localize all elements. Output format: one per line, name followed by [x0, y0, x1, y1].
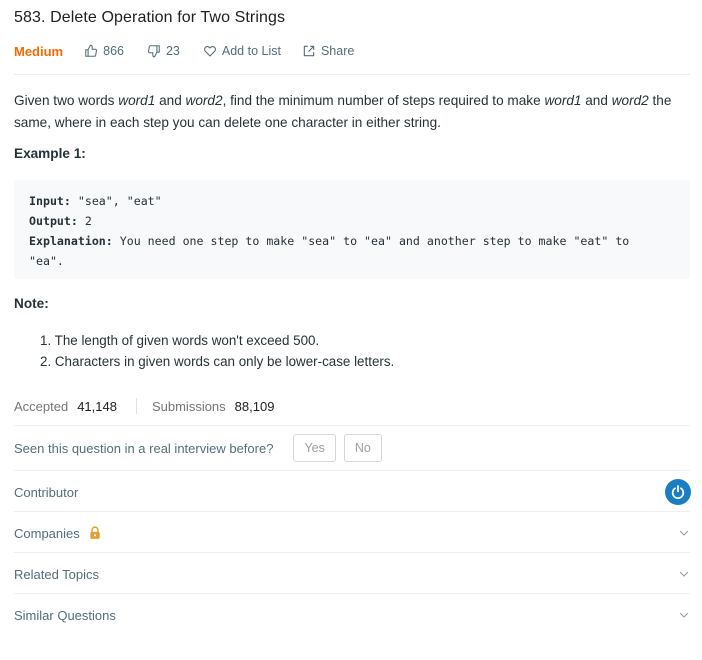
like-button[interactable]: 866	[84, 44, 124, 58]
accepted-value: 41,148	[77, 398, 117, 414]
similar-questions-section[interactable]: Similar Questions	[14, 603, 690, 627]
list-item: 2. Characters in given words can only be…	[40, 354, 395, 369]
no-button[interactable]: No	[343, 434, 382, 462]
power-icon	[671, 485, 685, 499]
share-label: Share	[320, 44, 355, 58]
example-explanation-continued: "ea".	[29, 254, 64, 268]
share-icon	[303, 45, 315, 57]
interview-prompt: Seen this question in a real interview b…	[14, 434, 390, 462]
companies-section[interactable]: Companies	[14, 521, 690, 545]
divider	[135, 398, 137, 414]
problem-description: Given two words word1 and word2, find th…	[14, 93, 672, 130]
list-item: 1. The length of given words won't excee…	[40, 333, 320, 348]
yes-button[interactable]: Yes	[293, 434, 336, 462]
note-list: 1. The length of given words won't excee…	[40, 330, 394, 372]
problem-meta-bar: Medium 866 23 Add to List Share	[14, 41, 377, 61]
chevron-down-icon[interactable]	[678, 609, 690, 621]
chevron-down-icon[interactable]	[678, 568, 690, 580]
companies-label: Companies	[14, 525, 80, 541]
difficulty-badge: Medium	[14, 43, 64, 59]
related-topics-section[interactable]: Related Topics	[14, 562, 690, 586]
heart-icon	[203, 46, 216, 57]
contributor-section[interactable]: Contributor	[14, 479, 691, 505]
example-code-block: Input: "sea", "eat" Output: 2 Explanatio…	[14, 180, 690, 279]
avatar[interactable]	[665, 479, 691, 505]
submissions-value: 88,109	[234, 398, 275, 414]
lock-icon	[90, 526, 100, 539]
thumbs-down-icon	[147, 45, 160, 58]
example-title: Example 1:	[14, 146, 86, 161]
divider	[14, 552, 690, 553]
like-count: 866	[103, 44, 124, 58]
problem-title: 583. Delete Operation for Two Strings	[14, 9, 286, 26]
divider	[14, 470, 690, 471]
contributor-label: Contributor	[14, 484, 79, 500]
add-to-list-button[interactable]: Add to List	[203, 44, 281, 58]
chevron-down-icon[interactable]	[678, 527, 690, 539]
example-input-line: Input: "sea", "eat"	[29, 194, 162, 208]
note-title: Note:	[14, 296, 49, 311]
interview-question: Seen this question in a real interview b…	[14, 440, 274, 456]
divider	[14, 74, 690, 75]
submissions-label: Submissions	[151, 398, 226, 414]
example-output-line: Output: 2	[29, 214, 92, 228]
divider	[14, 425, 690, 426]
submission-stats: Accepted 41,148 Submissions 88,109	[14, 396, 274, 416]
thumbs-up-icon	[85, 44, 98, 57]
add-to-list-label: Add to List	[221, 44, 281, 58]
share-button[interactable]: Share	[302, 44, 354, 58]
similar-questions-label: Similar Questions	[14, 607, 116, 623]
divider	[14, 593, 690, 594]
dislike-count: 23	[165, 44, 180, 58]
example-explanation-line: Explanation: You need one step to make "…	[29, 234, 630, 248]
dislike-button[interactable]: 23	[147, 44, 180, 58]
accepted-label: Accepted	[14, 398, 69, 414]
divider	[14, 511, 690, 512]
related-topics-label: Related Topics	[14, 566, 100, 582]
